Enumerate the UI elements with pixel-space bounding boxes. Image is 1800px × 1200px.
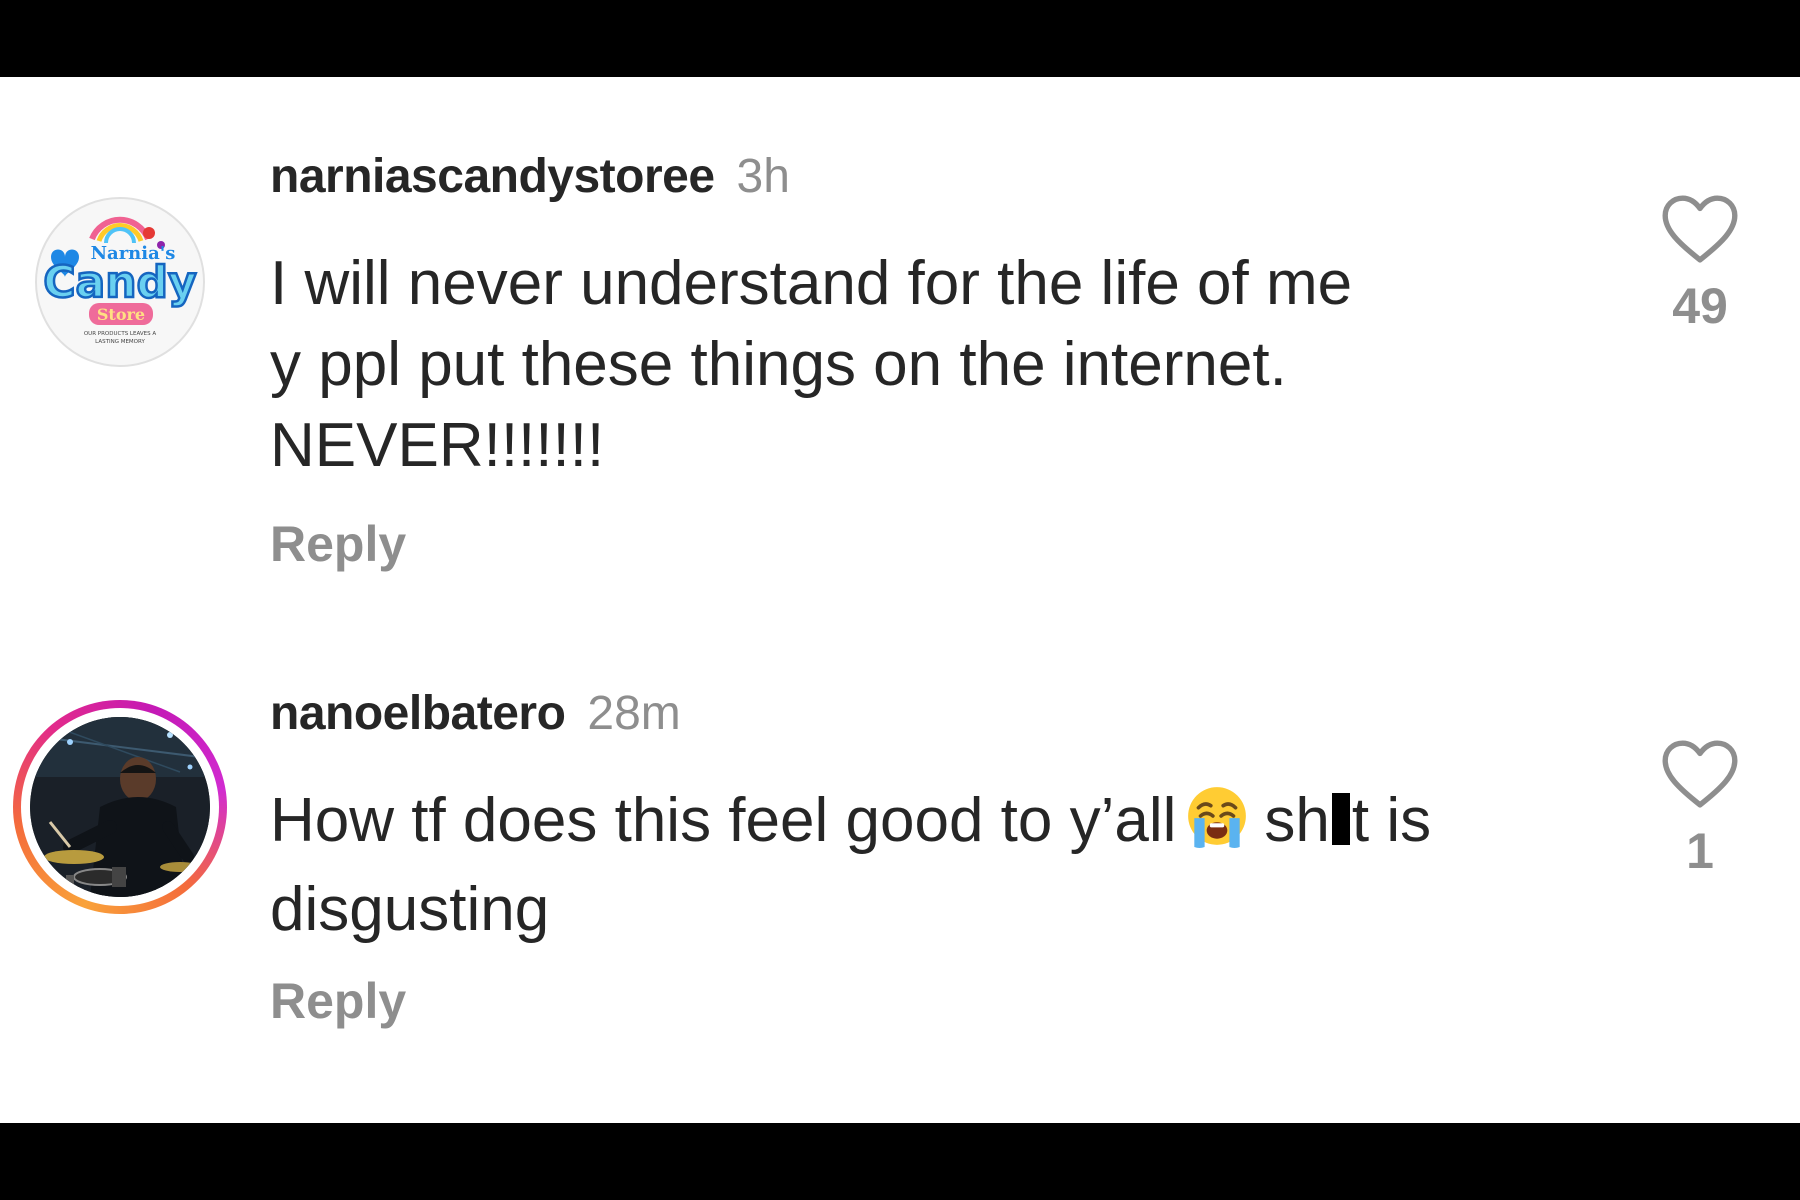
username-link[interactable]: nanoelbatero — [270, 687, 566, 740]
comment-line: y ppl put these things on the internet. — [270, 330, 1287, 399]
comment-segment: t is — [1351, 786, 1432, 855]
comment-timestamp: 3h — [736, 150, 790, 203]
reply-button[interactable]: Reply — [270, 515, 406, 573]
comment-line: NEVER!!!!!!! — [270, 411, 605, 480]
comment-header: narniascandystoree 3h — [270, 149, 790, 205]
candy-store-logo-art: Narnia's Candy Store OUR PRODUCTS LEAVES… — [37, 199, 203, 365]
candy-store-logo: Narnia's Candy Store OUR PRODUCTS LEAVES… — [35, 197, 205, 367]
censor-block — [1331, 793, 1350, 845]
avatar[interactable]: Narnia's Candy Store OUR PRODUCTS LEAVES… — [13, 175, 227, 389]
comment-segment: How tf does this feel good to y’all — [270, 786, 1177, 855]
logo-tagline-2: LASTING MEMORY — [95, 339, 145, 345]
comment-text: I will never understand for the life of … — [270, 243, 1570, 486]
drummer-photo — [30, 717, 210, 897]
comment-line: I will never understand for the life of … — [270, 249, 1353, 318]
logo-main-text: Candy — [43, 257, 196, 308]
like-control: 1 — [1650, 740, 1750, 880]
comment-segment: sh — [1264, 786, 1330, 855]
drummer-photo-art — [30, 717, 210, 897]
comments-panel — [0, 77, 1800, 1123]
like-control: 49 — [1650, 195, 1750, 335]
logo-sub-text: Store — [97, 305, 145, 324]
like-count: 1 — [1686, 823, 1714, 879]
comment-timestamp: 28m — [587, 687, 681, 740]
heart-outline-icon[interactable] — [1662, 195, 1738, 263]
comment-line: disgusting — [270, 875, 550, 944]
loudly-crying-face-emoji-icon — [1184, 783, 1250, 869]
comment-header: nanoelbatero 28m — [270, 686, 681, 742]
username-link[interactable]: narniascandystoree — [270, 150, 715, 203]
comment-text: How tf does this feel good to y’all sh t … — [270, 780, 1570, 950]
crying-face-svg — [1188, 787, 1247, 848]
like-count: 49 — [1672, 278, 1728, 334]
heart-outline-icon[interactable] — [1662, 740, 1738, 808]
screenshot-frame: Narnia's Candy Store OUR PRODUCTS LEAVES… — [0, 0, 1800, 1200]
logo-tagline-1: OUR PRODUCTS LEAVES A — [84, 331, 157, 337]
comment-line: How tf does this feel good to y’all sh t … — [270, 780, 1570, 869]
avatar[interactable] — [13, 700, 227, 914]
reply-button[interactable]: Reply — [270, 972, 406, 1030]
